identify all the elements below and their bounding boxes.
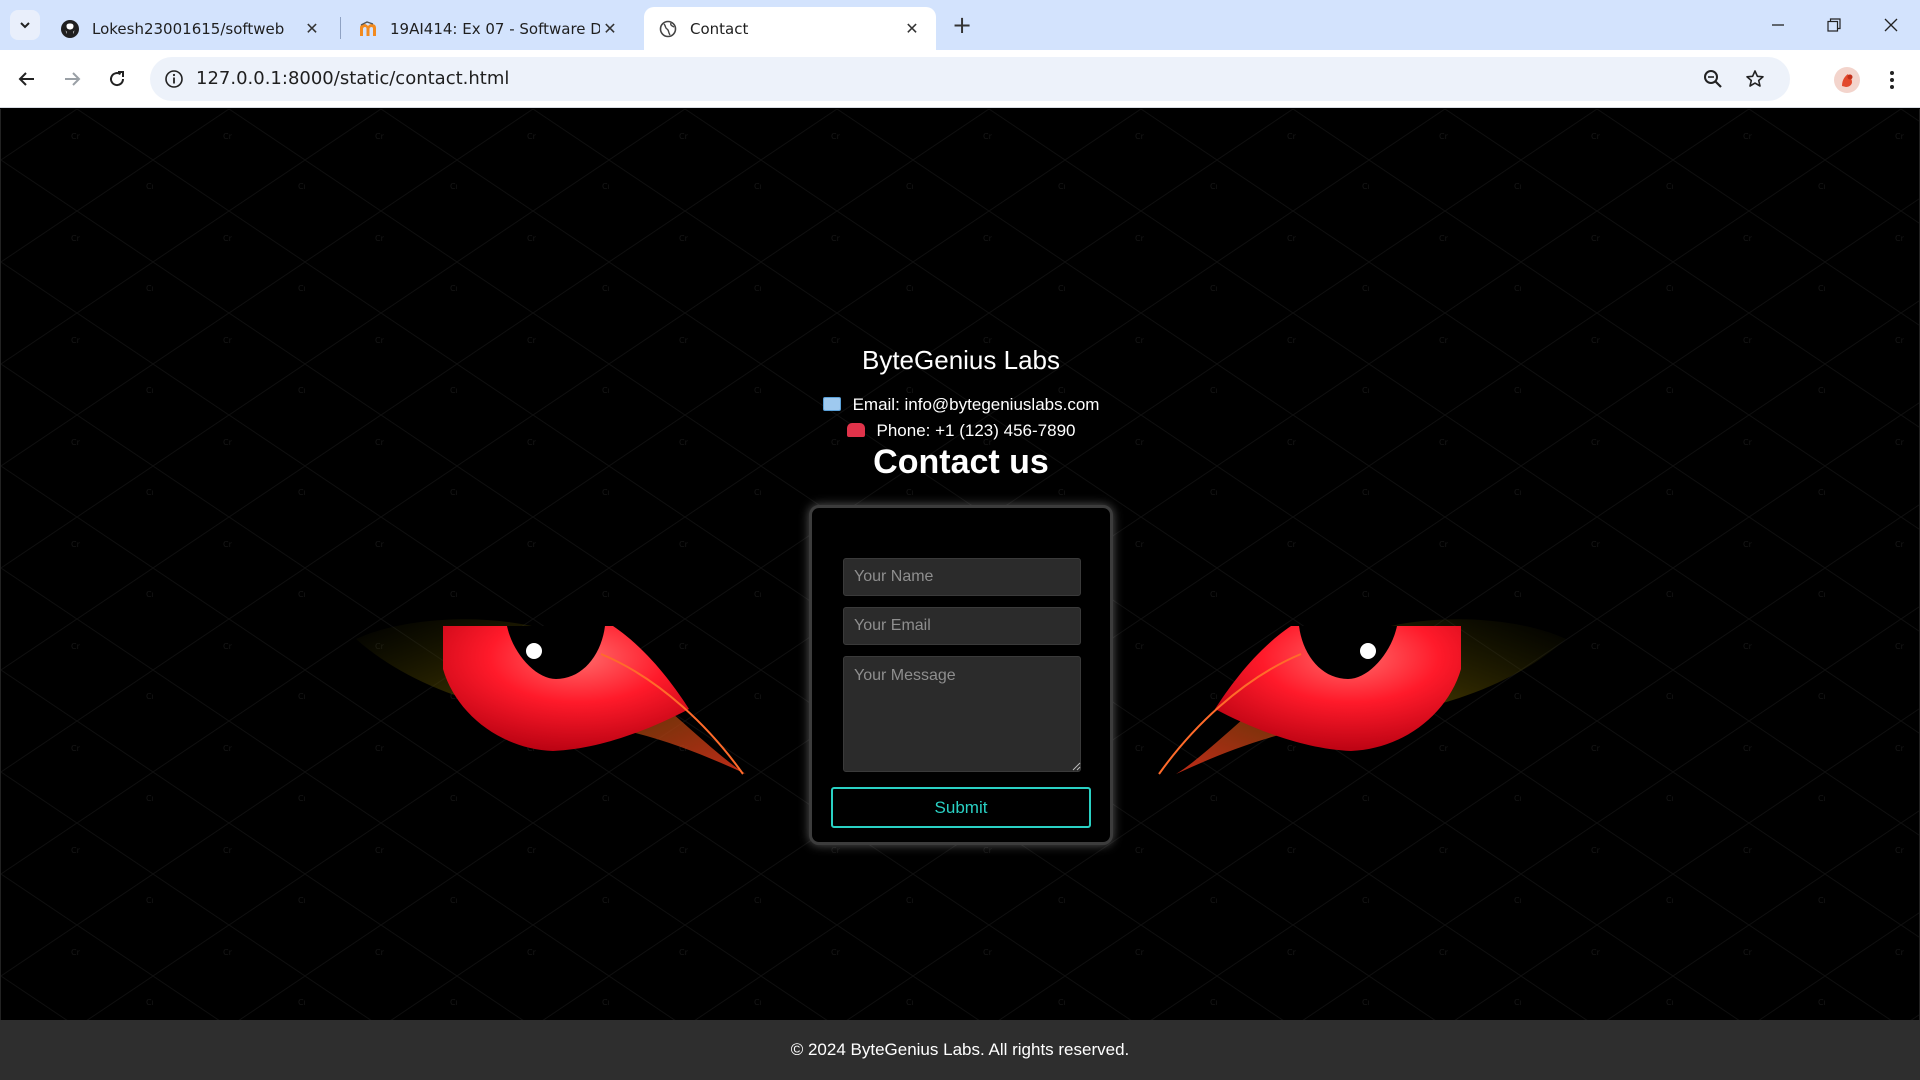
page-title: Contact us	[873, 443, 1049, 481]
forward-button[interactable]	[55, 62, 89, 96]
tab-search-button[interactable]	[10, 10, 40, 40]
more-vertical-icon	[1890, 71, 1894, 89]
zoom-icon[interactable]	[1700, 66, 1726, 92]
avatar-icon	[1834, 67, 1860, 93]
minimize-button[interactable]	[1749, 0, 1807, 50]
moodle-icon	[358, 19, 378, 39]
restore-button[interactable]	[1805, 0, 1863, 50]
new-tab-button[interactable]: +	[948, 11, 976, 39]
tab-divider	[340, 17, 341, 39]
reload-button[interactable]	[100, 62, 134, 96]
globe-icon	[658, 19, 678, 39]
arrow-right-icon	[65, 72, 81, 86]
tab-github[interactable]: Lokesh23001615/softweb ✕	[46, 7, 336, 50]
restore-icon	[1827, 18, 1841, 32]
brand-name: ByteGenius Labs	[861, 345, 1060, 375]
tab-contact[interactable]: Contact ✕	[644, 7, 936, 50]
close-icon[interactable]: ✕	[600, 19, 620, 39]
tab-moodle[interactable]: 19AI414: Ex 07 - Software Deve ✕	[344, 7, 634, 50]
browser-toolbar: 127.0.0.1:8000/static/contact.html	[0, 50, 1920, 108]
submit-button[interactable]: Submit	[831, 787, 1091, 828]
email-text: Email: info@bytegeniuslabs.com	[852, 395, 1100, 414]
address-bar[interactable]: 127.0.0.1:8000/static/contact.html	[150, 57, 1790, 101]
chevron-down-icon	[20, 22, 30, 29]
close-icon	[1884, 18, 1898, 32]
envelope-icon	[822, 397, 841, 411]
url-text[interactable]: 127.0.0.1:8000/static/contact.html	[196, 57, 509, 101]
bookmark-star-icon[interactable]	[1742, 66, 1768, 92]
message-textarea[interactable]	[843, 656, 1081, 772]
arrow-left-icon	[18, 72, 34, 86]
phone-text: Phone: +1 (123) 456-7890	[876, 421, 1076, 440]
contact-form: Submit	[809, 505, 1113, 845]
github-icon	[60, 19, 80, 39]
tab-title: 19AI414: Ex 07 - Software Deve	[390, 19, 600, 38]
tab-title: Lokesh23001615/softweb	[92, 19, 285, 38]
telephone-icon	[846, 423, 865, 437]
contact-email: Email: info@bytegeniuslabs.com	[1, 395, 1919, 415]
email-input[interactable]	[843, 607, 1081, 645]
reload-icon	[110, 71, 125, 87]
browser-tab-bar: Lokesh23001615/softweb ✕ 19AI414: Ex 07 …	[0, 0, 1920, 50]
profile-avatar[interactable]	[1833, 66, 1861, 94]
page-viewport: Cr Cr	[0, 109, 1920, 1020]
tab-title: Contact	[690, 19, 749, 38]
browser-menu-button[interactable]	[1880, 66, 1904, 94]
close-icon[interactable]: ✕	[902, 19, 922, 39]
close-window-button[interactable]	[1862, 0, 1920, 50]
close-icon[interactable]: ✕	[302, 19, 322, 39]
back-button[interactable]	[10, 62, 44, 96]
minimize-icon	[1772, 24, 1784, 26]
page-footer: © 2024 ByteGenius Labs. All rights reser…	[0, 1020, 1920, 1080]
site-info-icon[interactable]	[160, 65, 188, 93]
contact-phone: Phone: +1 (123) 456-7890	[1, 421, 1919, 441]
resize-grip-icon[interactable]	[1071, 761, 1081, 771]
name-input[interactable]	[843, 558, 1081, 596]
